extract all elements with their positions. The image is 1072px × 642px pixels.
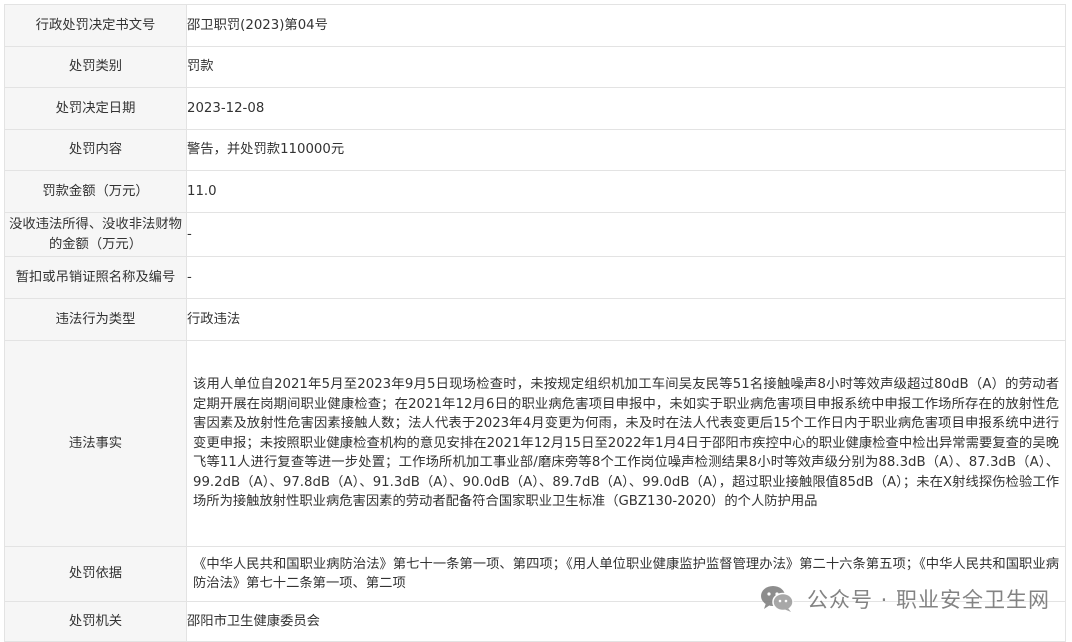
- row-label: 处罚依据: [4, 546, 187, 602]
- table-row: 处罚类别 罚款: [4, 46, 1066, 88]
- row-value: 罚款: [186, 46, 1066, 88]
- table-row: 没收违法所得、没收非法财物的金额（万元） -: [4, 212, 1066, 257]
- row-value: 警告，并处罚款110000元: [186, 129, 1066, 171]
- row-value: -: [186, 256, 1066, 299]
- row-value: 行政违法: [186, 298, 1066, 341]
- row-value: -: [186, 212, 1066, 257]
- row-label: 行政处罚决定书文号: [4, 4, 187, 47]
- table-row: 处罚内容 警告，并处罚款110000元: [4, 129, 1066, 171]
- table-row: 违法行为类型 行政违法: [4, 298, 1066, 341]
- watermark: 公众号 · 职业安全卫生网: [759, 581, 1050, 617]
- wechat-icon: [760, 586, 794, 612]
- table-row: 违法事实 该用人单位自2021年5月至2023年9月5日现场检查时，未按规定组织…: [4, 340, 1066, 547]
- table-row: 行政处罚决定书文号 邵卫职罚(2023)第04号: [4, 4, 1066, 47]
- row-value: 该用人单位自2021年5月至2023年9月5日现场检查时，未按规定组织机加工车间…: [186, 340, 1066, 547]
- row-label: 处罚内容: [4, 129, 187, 171]
- table-row: 暂扣或吊销证照名称及编号 -: [4, 256, 1066, 299]
- row-value: 11.0: [186, 170, 1066, 213]
- watermark-text: 公众号 · 职业安全卫生网: [806, 588, 1050, 612]
- penalty-info-table: 行政处罚决定书文号 邵卫职罚(2023)第04号 处罚类别 罚款 处罚决定日期 …: [4, 4, 1066, 642]
- row-label: 暂扣或吊销证照名称及编号: [4, 256, 187, 299]
- row-value: 邵卫职罚(2023)第04号: [186, 4, 1066, 47]
- row-label: 罚款金额（万元）: [4, 170, 187, 213]
- row-label: 违法行为类型: [4, 298, 187, 341]
- row-label: 处罚类别: [4, 46, 187, 88]
- row-label: 处罚机关: [4, 601, 187, 642]
- row-value: 2023-12-08: [186, 87, 1066, 130]
- row-label: 没收违法所得、没收非法财物的金额（万元）: [4, 212, 187, 257]
- table-row: 处罚决定日期 2023-12-08: [4, 87, 1066, 130]
- row-label: 违法事实: [4, 340, 187, 547]
- row-label: 处罚决定日期: [4, 87, 187, 130]
- table-row: 罚款金额（万元） 11.0: [4, 170, 1066, 213]
